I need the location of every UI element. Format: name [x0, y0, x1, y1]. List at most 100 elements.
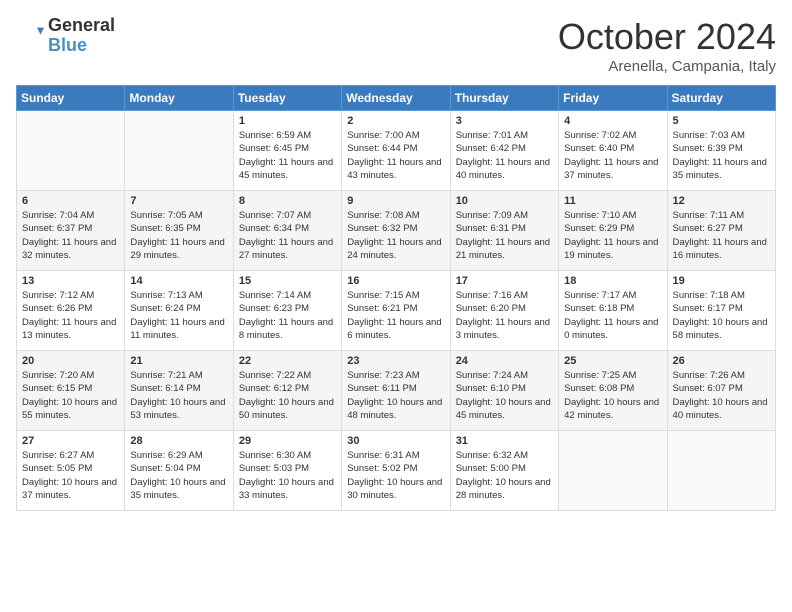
weekday-header: Saturday [667, 86, 775, 111]
day-number: 14 [130, 275, 227, 287]
cell-sun-info: Sunrise: 7:07 AM Sunset: 6:34 PM Dayligh… [239, 209, 336, 262]
calendar-cell [17, 111, 125, 191]
logo: General Blue [16, 16, 115, 56]
calendar-cell: 9Sunrise: 7:08 AM Sunset: 6:32 PM Daylig… [342, 191, 450, 271]
day-number: 11 [564, 195, 661, 207]
weekday-header: Sunday [17, 86, 125, 111]
calendar-cell: 13Sunrise: 7:12 AM Sunset: 6:26 PM Dayli… [17, 271, 125, 351]
cell-sun-info: Sunrise: 7:11 AM Sunset: 6:27 PM Dayligh… [673, 209, 770, 262]
calendar-cell: 8 Sunrise: 7:07 AM Sunset: 6:34 PM Daylig… [233, 191, 341, 271]
calendar-cell: 29 Sunrise: 6:30 AM Sunset: 5:03 PM Dayli… [233, 431, 341, 511]
calendar-cell: 17Sunrise: 7:16 AM Sunset: 6:20 PM Dayli… [450, 271, 558, 351]
cell-sun-info: Sunrise: 7:00 AM Sunset: 6:44 PM Dayligh… [347, 129, 444, 182]
day-number: 8 [239, 195, 336, 207]
cell-sun-info: Sunrise: 6:30 AM Sunset: 5:03 PM Dayligh… [239, 449, 336, 502]
cell-sun-info: Sunrise: 6:59 AM Sunset: 6:45 PM Dayligh… [239, 129, 336, 182]
calendar-cell: 30Sunrise: 6:31 AM Sunset: 5:02 PM Dayli… [342, 431, 450, 511]
calendar-cell: 15Sunrise: 7:14 AM Sunset: 6:23 PM Dayli… [233, 271, 341, 351]
cell-sun-info: Sunrise: 7:10 AM Sunset: 6:29 PM Dayligh… [564, 209, 661, 262]
cell-sun-info: Sunrise: 7:03 AM Sunset: 6:39 PM Dayligh… [673, 129, 770, 182]
calendar-cell: 16Sunrise: 7:15 AM Sunset: 6:21 PM Dayli… [342, 271, 450, 351]
calendar-cell: 4 Sunrise: 7:02 AM Sunset: 6:40 PM Daylig… [559, 111, 667, 191]
cell-sun-info: Sunrise: 7:01 AM Sunset: 6:42 PM Dayligh… [456, 129, 553, 182]
weekday-header: Tuesday [233, 86, 341, 111]
calendar-cell: 31Sunrise: 6:32 AM Sunset: 5:00 PM Dayli… [450, 431, 558, 511]
cell-sun-info: Sunrise: 7:05 AM Sunset: 6:35 PM Dayligh… [130, 209, 227, 262]
calendar-cell: 21 Sunrise: 7:21 AM Sunset: 6:14 PM Dayli… [125, 351, 233, 431]
calendar-week-row: 20 Sunrise: 7:20 AM Sunset: 6:15 PM Dayli… [17, 351, 776, 431]
page-header: General Blue October 2024 Arenella, Camp… [16, 16, 776, 75]
weekday-header: Friday [559, 86, 667, 111]
calendar-week-row: 27Sunrise: 6:27 AM Sunset: 5:05 PM Dayli… [17, 431, 776, 511]
day-number: 9 [347, 195, 444, 207]
calendar-cell: 20 Sunrise: 7:20 AM Sunset: 6:15 PM Dayli… [17, 351, 125, 431]
calendar-cell: 14 Sunrise: 7:13 AM Sunset: 6:24 PM Dayli… [125, 271, 233, 351]
logo-line2: Blue [48, 36, 115, 56]
day-number: 2 [347, 115, 444, 127]
calendar-cell [125, 111, 233, 191]
calendar-cell: 6 Sunrise: 7:04 AM Sunset: 6:37 PM Daylig… [17, 191, 125, 271]
cell-sun-info: Sunrise: 7:14 AM Sunset: 6:23 PM Dayligh… [239, 289, 336, 342]
cell-sun-info: Sunrise: 7:16 AM Sunset: 6:20 PM Dayligh… [456, 289, 553, 342]
day-number: 21 [130, 355, 227, 367]
calendar-cell: 19 Sunrise: 7:18 AM Sunset: 6:17 PM Dayli… [667, 271, 775, 351]
calendar-week-row: 6 Sunrise: 7:04 AM Sunset: 6:37 PM Daylig… [17, 191, 776, 271]
calendar-cell [559, 431, 667, 511]
cell-sun-info: Sunrise: 7:13 AM Sunset: 6:24 PM Dayligh… [130, 289, 227, 342]
cell-sun-info: Sunrise: 7:25 AM Sunset: 6:08 PM Dayligh… [564, 369, 661, 422]
calendar-cell: 3 Sunrise: 7:01 AM Sunset: 6:42 PM Daylig… [450, 111, 558, 191]
month-title: October 2024 [558, 16, 776, 58]
location-subtitle: Arenella, Campania, Italy [558, 58, 776, 75]
calendar-cell: 2 Sunrise: 7:00 AM Sunset: 6:44 PM Daylig… [342, 111, 450, 191]
cell-sun-info: Sunrise: 7:12 AM Sunset: 6:26 PM Dayligh… [22, 289, 119, 342]
weekday-header: Wednesday [342, 86, 450, 111]
cell-sun-info: Sunrise: 7:18 AM Sunset: 6:17 PM Dayligh… [673, 289, 770, 342]
cell-sun-info: Sunrise: 7:22 AM Sunset: 6:12 PM Dayligh… [239, 369, 336, 422]
day-number: 3 [456, 115, 553, 127]
day-number: 1 [239, 115, 336, 127]
day-number: 7 [130, 195, 227, 207]
calendar-week-row: 13Sunrise: 7:12 AM Sunset: 6:26 PM Dayli… [17, 271, 776, 351]
calendar-cell: 25 Sunrise: 7:25 AM Sunset: 6:08 PM Dayli… [559, 351, 667, 431]
day-number: 29 [239, 435, 336, 447]
day-number: 26 [673, 355, 770, 367]
weekday-header: Thursday [450, 86, 558, 111]
calendar-cell: 11 Sunrise: 7:10 AM Sunset: 6:29 PM Dayli… [559, 191, 667, 271]
day-number: 19 [673, 275, 770, 287]
calendar-cell [667, 431, 775, 511]
calendar-cell: 23 Sunrise: 7:23 AM Sunset: 6:11 PM Dayli… [342, 351, 450, 431]
day-number: 16 [347, 275, 444, 287]
cell-sun-info: Sunrise: 7:17 AM Sunset: 6:18 PM Dayligh… [564, 289, 661, 342]
logo-icon [16, 22, 44, 50]
day-number: 28 [130, 435, 227, 447]
day-number: 18 [564, 275, 661, 287]
calendar-cell: 5 Sunrise: 7:03 AM Sunset: 6:39 PM Daylig… [667, 111, 775, 191]
day-number: 6 [22, 195, 119, 207]
cell-sun-info: Sunrise: 6:29 AM Sunset: 5:04 PM Dayligh… [130, 449, 227, 502]
cell-sun-info: Sunrise: 7:02 AM Sunset: 6:40 PM Dayligh… [564, 129, 661, 182]
day-number: 31 [456, 435, 553, 447]
day-number: 23 [347, 355, 444, 367]
calendar-cell: 1 Sunrise: 6:59 AM Sunset: 6:45 PM Daylig… [233, 111, 341, 191]
calendar-cell: 7 Sunrise: 7:05 AM Sunset: 6:35 PM Daylig… [125, 191, 233, 271]
cell-sun-info: Sunrise: 7:04 AM Sunset: 6:37 PM Dayligh… [22, 209, 119, 262]
day-number: 22 [239, 355, 336, 367]
day-number: 5 [673, 115, 770, 127]
cell-sun-info: Sunrise: 7:21 AM Sunset: 6:14 PM Dayligh… [130, 369, 227, 422]
calendar-week-row: 1 Sunrise: 6:59 AM Sunset: 6:45 PM Daylig… [17, 111, 776, 191]
cell-sun-info: Sunrise: 7:23 AM Sunset: 6:11 PM Dayligh… [347, 369, 444, 422]
calendar-cell: 28 Sunrise: 6:29 AM Sunset: 5:04 PM Dayli… [125, 431, 233, 511]
day-number: 20 [22, 355, 119, 367]
cell-sun-info: Sunrise: 7:20 AM Sunset: 6:15 PM Dayligh… [22, 369, 119, 422]
calendar-cell: 12Sunrise: 7:11 AM Sunset: 6:27 PM Dayli… [667, 191, 775, 271]
calendar-cell: 24Sunrise: 7:24 AM Sunset: 6:10 PM Dayli… [450, 351, 558, 431]
day-number: 24 [456, 355, 553, 367]
calendar-table: SundayMondayTuesdayWednesdayThursdayFrid… [16, 85, 776, 511]
day-number: 10 [456, 195, 553, 207]
day-number: 25 [564, 355, 661, 367]
day-number: 27 [22, 435, 119, 447]
cell-sun-info: Sunrise: 7:09 AM Sunset: 6:31 PM Dayligh… [456, 209, 553, 262]
day-number: 30 [347, 435, 444, 447]
title-block: October 2024 Arenella, Campania, Italy [558, 16, 776, 75]
day-number: 4 [564, 115, 661, 127]
